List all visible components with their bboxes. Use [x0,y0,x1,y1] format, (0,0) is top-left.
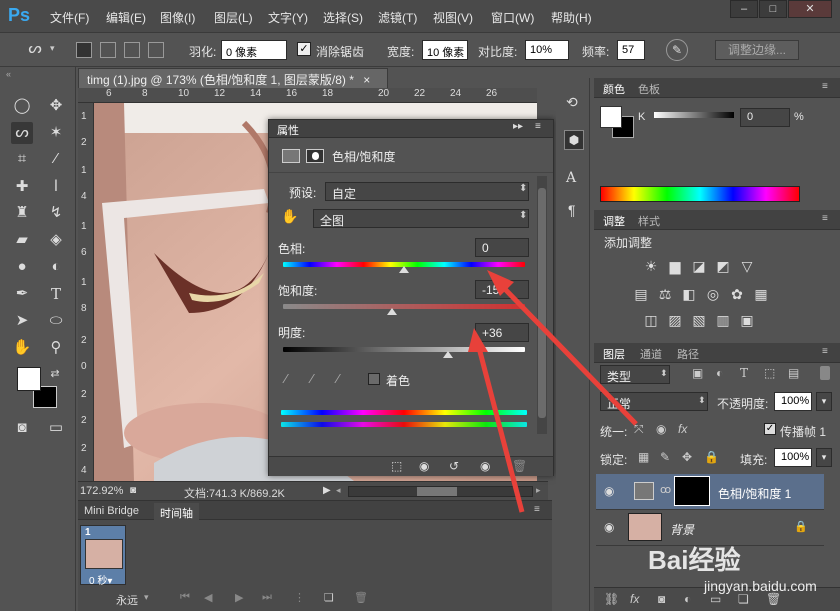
arrow-to-hue [498,282,638,426]
annotation-arrows [468,270,638,513]
arrow-head-lightness [468,328,488,352]
arrow-to-lightness [475,343,525,513]
